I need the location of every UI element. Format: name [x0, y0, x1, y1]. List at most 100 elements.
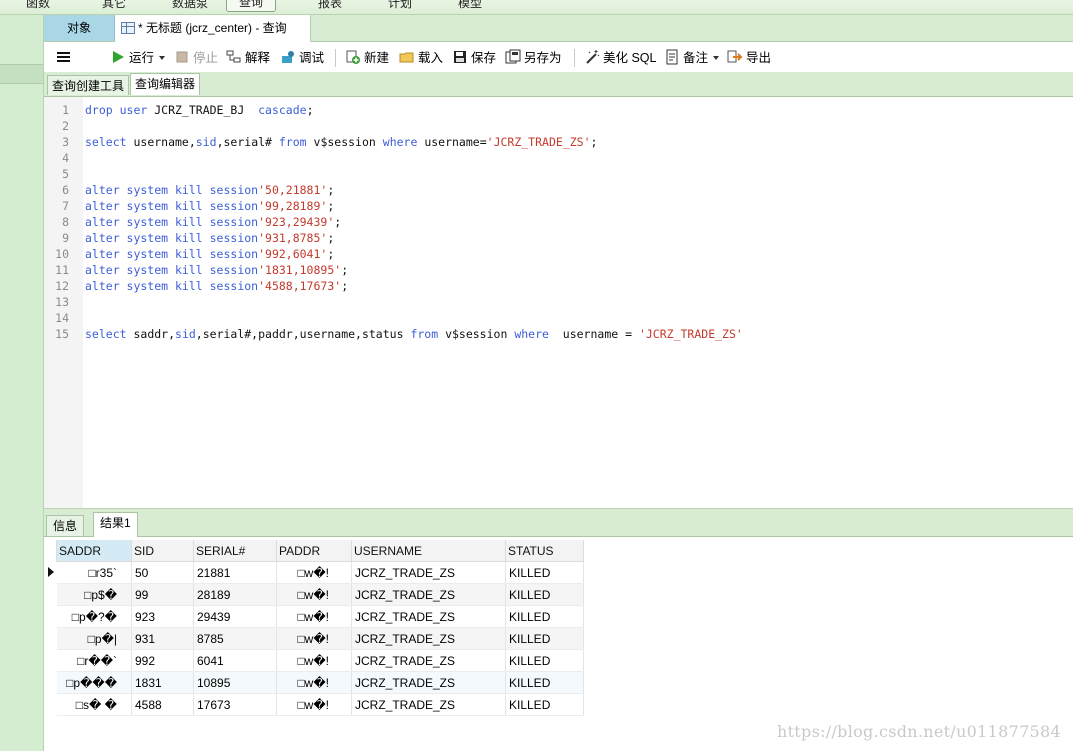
new-query-icon	[345, 49, 361, 65]
export-button[interactable]: 导出	[727, 49, 771, 67]
note-button[interactable]: 备注	[664, 49, 720, 67]
table-row[interactable]: □p$� 99 28189 □w�! JCRZ_TRADE_ZS KILLED	[56, 583, 584, 606]
column-header[interactable]: PADDR	[276, 540, 352, 562]
code-text[interactable]: select saddr,sid,serial#,paddr,username,…	[85, 326, 743, 342]
table-cell[interactable]: □p$�	[56, 583, 132, 606]
code-text[interactable]: alter system kill session'931,8785';	[85, 230, 334, 246]
table-cell[interactable]: 992	[131, 649, 194, 672]
table-cell[interactable]: 923	[131, 605, 194, 628]
table-cell[interactable]: □p�?�	[56, 605, 132, 628]
sql-identifier: v$session	[306, 135, 383, 149]
menu-item-model[interactable]: 模型	[458, 0, 482, 11]
column-header[interactable]: SADDR	[56, 540, 132, 562]
table-cell[interactable]: □w�!	[276, 671, 352, 694]
tab-query-editor[interactable]: 查询编辑器	[130, 73, 201, 95]
table-cell[interactable]: □w�!	[276, 561, 352, 584]
table-cell[interactable]: 29439	[193, 605, 277, 628]
debug-button[interactable]: 调试	[280, 49, 324, 67]
stop-button[interactable]: 停止	[174, 49, 218, 67]
table-cell[interactable]: KILLED	[505, 583, 584, 606]
menu-item-datapump[interactable]: 数据泵	[172, 0, 208, 11]
menu-item-schedule[interactable]: 计划	[388, 0, 412, 11]
table-cell[interactable]: 1831	[131, 671, 194, 694]
code-text[interactable]: alter system kill session'99,28189';	[85, 198, 334, 214]
column-header[interactable]: STATUS	[505, 540, 584, 562]
table-cell[interactable]: □w�!	[276, 627, 352, 650]
table-cell[interactable]: □s� �	[56, 693, 132, 716]
navigation-panel[interactable]	[0, 15, 44, 751]
tab-info[interactable]: 信息	[46, 515, 85, 536]
table-cell[interactable]: □w�!	[276, 693, 352, 716]
table-cell[interactable]: 8785	[193, 627, 277, 650]
table-cell[interactable]: JCRZ_TRADE_ZS	[351, 605, 506, 628]
table-cell[interactable]: JCRZ_TRADE_ZS	[351, 583, 506, 606]
code-text[interactable]: alter system kill session'992,6041';	[85, 246, 334, 262]
debug-label: 调试	[299, 51, 325, 65]
table-cell[interactable]: 99	[131, 583, 194, 606]
save-button[interactable]: 保存	[452, 49, 496, 67]
table-row[interactable]: □p��� 1831 10895 □w�! JCRZ_TRADE_ZS KILLED	[56, 671, 584, 694]
table-cell[interactable]: JCRZ_TRADE_ZS	[351, 561, 506, 584]
column-header[interactable]: USERNAME	[351, 540, 506, 562]
table-cell[interactable]: 28189	[193, 583, 277, 606]
table-cell[interactable]: KILLED	[505, 605, 584, 628]
menu-item-query[interactable]: 查询	[226, 0, 277, 12]
table-cell[interactable]: 17673	[193, 693, 277, 716]
table-cell[interactable]: 931	[131, 627, 194, 650]
table-cell[interactable]: □r��`	[56, 649, 132, 672]
table-cell[interactable]: JCRZ_TRADE_ZS	[351, 627, 506, 650]
new-button[interactable]: 新建	[345, 49, 389, 67]
beautify-sql-button[interactable]: 美化 SQL	[584, 49, 657, 67]
save-as-button[interactable]: 另存为	[505, 49, 562, 67]
note-dropdown-icon[interactable]	[713, 56, 720, 60]
table-cell[interactable]: 6041	[193, 649, 277, 672]
table-cell[interactable]: 50	[131, 561, 194, 584]
sql-editor[interactable]: 1 drop user JCRZ_TRADE_BJ cascade; 2 3 selec…	[44, 97, 1073, 508]
column-header[interactable]: SID	[131, 540, 194, 562]
column-header[interactable]: SERIAL#	[193, 540, 277, 562]
tab-query-builder[interactable]: 查询创建工具	[47, 75, 130, 95]
table-cell[interactable]: □r35`	[56, 561, 132, 584]
run-button[interactable]: 运行	[110, 49, 166, 67]
menu-item-others[interactable]: 其它	[102, 0, 126, 11]
table-row[interactable]: □p�| 931 8785 □w�! JCRZ_TRADE_ZS KILLED	[56, 627, 584, 650]
table-row[interactable]: □p�?� 923 29439 □w�! JCRZ_TRADE_ZS KILLED	[56, 605, 584, 628]
navigation-panel-selection[interactable]	[0, 64, 43, 84]
code-text[interactable]: alter system kill session'923,29439';	[85, 214, 341, 230]
table-cell[interactable]: KILLED	[505, 649, 584, 672]
code-text[interactable]: alter system kill session'4588,17673';	[85, 278, 348, 294]
menu-hamburger-icon[interactable]	[57, 52, 70, 63]
table-cell[interactable]: JCRZ_TRADE_ZS	[351, 693, 506, 716]
menu-item-report[interactable]: 报表	[318, 0, 342, 11]
code-text[interactable]: alter system kill session'1831,10895';	[85, 262, 348, 278]
explain-button[interactable]: 解释	[226, 49, 270, 67]
code-text[interactable]: drop user JCRZ_TRADE_BJ cascade;	[85, 102, 314, 118]
code-text[interactable]: alter system kill session'50,21881';	[85, 182, 334, 198]
result-grid[interactable]: SADDR SID SERIAL# PADDR USERNAME STATUS □r35`…	[56, 540, 584, 716]
table-cell[interactable]: □p�|	[56, 627, 132, 650]
table-cell[interactable]: □p���	[56, 671, 132, 694]
table-cell[interactable]: JCRZ_TRADE_ZS	[351, 649, 506, 672]
tab-result-1[interactable]: 结果1	[93, 512, 138, 537]
menu-item-functions[interactable]: 函数	[26, 0, 50, 11]
table-cell[interactable]: □w�!	[276, 583, 352, 606]
result-grid-area[interactable]: SADDR SID SERIAL# PADDR USERNAME STATUS □r35`…	[44, 537, 1073, 751]
code-text[interactable]: select username,sid,serial# from v$sessi…	[85, 134, 597, 150]
table-cell[interactable]: JCRZ_TRADE_ZS	[351, 671, 506, 694]
run-dropdown-icon[interactable]	[159, 56, 166, 60]
table-row[interactable]: □r��` 992 6041 □w�! JCRZ_TRADE_ZS KILLED	[56, 649, 584, 672]
table-row[interactable]: □r35` 50 21881 □w�! JCRZ_TRADE_ZS KILLED	[56, 561, 584, 584]
table-cell[interactable]: KILLED	[505, 561, 584, 584]
tab-objects[interactable]: 对象	[44, 15, 115, 41]
tab-query-untitled[interactable]: * 无标题 (jcrz_center) - 查询	[115, 15, 311, 42]
load-button[interactable]: 载入	[399, 49, 443, 67]
table-cell[interactable]: □w�!	[276, 649, 352, 672]
table-cell[interactable]: □w�!	[276, 605, 352, 628]
table-cell[interactable]: 4588	[131, 693, 194, 716]
table-cell[interactable]: 10895	[193, 671, 277, 694]
table-cell[interactable]: 21881	[193, 561, 277, 584]
table-row[interactable]: □s� � 4588 17673 □w�! JCRZ_TRADE_ZS KILLED	[56, 693, 584, 716]
table-cell[interactable]: KILLED	[505, 671, 584, 694]
table-cell[interactable]: KILLED	[505, 693, 584, 716]
table-cell[interactable]: KILLED	[505, 627, 584, 650]
